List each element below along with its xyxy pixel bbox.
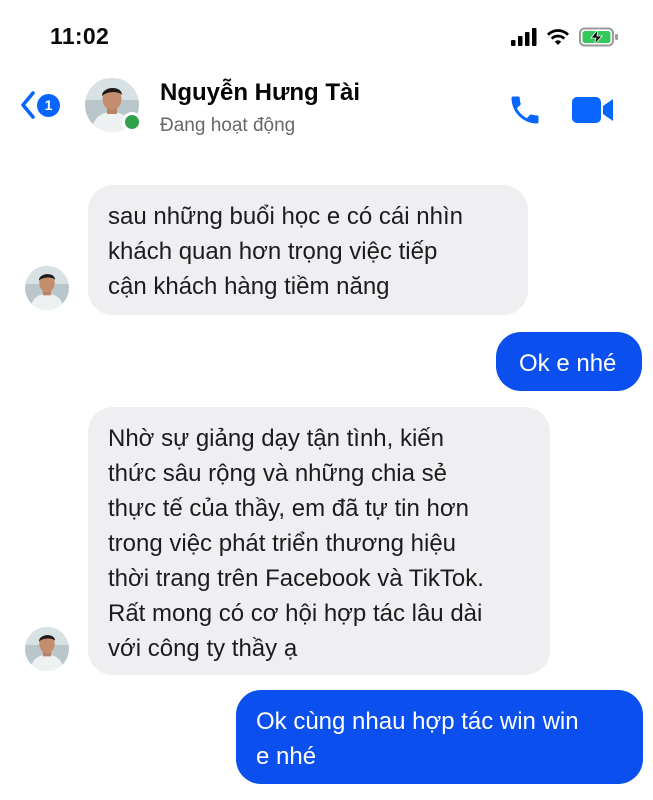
message-list[interactable]: sau những buổi học e có cái nhìn khách q… [0,152,653,800]
message-line: với công ty thầy ạ [108,635,298,662]
contact-name[interactable]: Nguyễn Hưng Tài [160,79,360,107]
message-line: thực tế của thầy, em đã tự tin hơn [108,495,469,522]
outgoing-message[interactable]: Ok e nhé [496,332,642,391]
message-line: Ok cùng nhau hợp tác win win [256,708,579,735]
unread-count-badge: 1 [37,93,60,117]
call-button[interactable] [506,92,544,133]
video-call-button[interactable] [570,94,616,131]
message-line: Ok e nhé [519,350,617,377]
wifi-icon [547,29,569,45]
message-line: Nhờ sự giảng dạy tận tình, kiến [108,425,444,452]
profile-photo [25,627,69,671]
message-line: sau những buổi học e có cái nhìn [108,203,463,230]
sender-avatar[interactable] [25,266,69,310]
contact-avatar[interactable] [85,78,142,132]
video-camera-icon [572,97,613,123]
status-icons [511,26,619,48]
incoming-message[interactable]: Nhờ sự giảng dạy tận tình, kiến thức sâu… [88,407,550,675]
online-indicator [122,112,142,132]
profile-photo [25,266,69,310]
message-line: khách quan hơn trọng việc tiếp [108,238,438,265]
chat-header: 1 Nguyễn Hưng Tài Đang hoạt động [0,70,653,152]
message-line: trong việc phát triển thương hiệu [108,530,457,557]
message-line: e nhé [256,743,317,770]
incoming-message[interactable]: sau những buổi học e có cái nhìn khách q… [88,185,528,315]
messenger-chat-screen: 11:02 1 Nguyễn Hưng Tài Đang hoạt động s… [0,0,653,800]
sender-avatar[interactable] [25,627,69,671]
cellular-signal-icon [511,28,537,46]
contact-status: Đang hoạt động [160,115,296,136]
battery-charging-icon [579,27,618,47]
outgoing-message[interactable]: Ok cùng nhau hợp tác win win e nhé [236,690,643,784]
back-chevron-icon [21,91,35,119]
message-line: thức sâu rộng và những chia sẻ [108,460,447,487]
status-time: 11:02 [50,23,110,49]
message-line: cận khách hàng tiềm năng [108,273,390,300]
back-button[interactable]: 1 [20,91,60,119]
message-line: Rất mong có cơ hội hợp tác lâu dài [108,600,483,627]
message-line: thời trang trên Facebook và TikTok. [108,565,484,592]
phone-icon [511,96,539,124]
